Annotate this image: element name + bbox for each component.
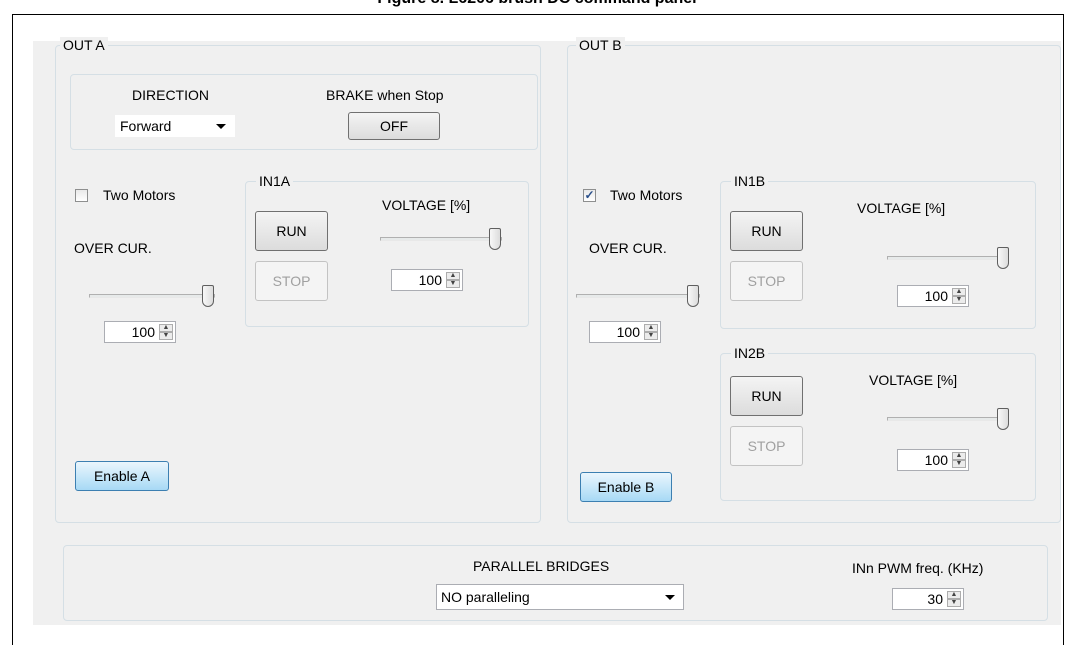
in1a-voltage-value: 100 — [418, 272, 442, 288]
spin-down-icon[interactable]: ▼ — [947, 599, 961, 607]
in1a-voltage-spinner[interactable]: 100 ▲ ▼ — [391, 269, 463, 291]
over-cur-a-spinner[interactable]: 100 ▲ ▼ — [104, 321, 176, 343]
in1a-group: IN1A RUN STOP VOLTAGE [%] 100 ▲ ▼ — [245, 173, 529, 327]
pwm-freq-value: 30 — [927, 591, 943, 607]
in2b-voltage-label: VOLTAGE [%] — [869, 372, 958, 388]
spin-up-icon[interactable]: ▲ — [947, 591, 961, 599]
command-panel: OUT A DIRECTION Forward BRAKE when Stop … — [33, 37, 1061, 625]
spin-up-icon[interactable]: ▲ — [644, 324, 658, 332]
parallel-bridges-value: NO paralleling — [441, 589, 530, 605]
pwm-freq-label: INn PWM freq. (KHz) — [852, 560, 984, 576]
two-motors-a-label: Two Motors — [103, 187, 176, 203]
over-cur-a-label: OVER CUR. — [74, 240, 152, 256]
over-cur-a-slider-thumb[interactable] — [202, 285, 214, 307]
out-b-title: OUT B — [576, 37, 625, 53]
spin-up-icon[interactable]: ▲ — [446, 272, 460, 280]
out-b-group: OUT B ✓ Two Motors OVER CUR. 100 ▲ ▼ IN1B… — [567, 37, 1061, 523]
parallel-bridges-select[interactable]: NO paralleling — [436, 584, 684, 610]
in1b-voltage-slider-thumb[interactable] — [997, 247, 1009, 269]
in1a-voltage-slider-thumb[interactable] — [489, 228, 501, 250]
figure-frame: OUT A DIRECTION Forward BRAKE when Stop … — [12, 14, 1064, 645]
chevron-down-icon — [216, 124, 226, 129]
in1a-run-button[interactable]: RUN — [255, 211, 328, 251]
spin-down-icon[interactable]: ▼ — [159, 332, 173, 340]
direction-label: DIRECTION — [132, 87, 209, 103]
in1b-voltage-value: 100 — [924, 288, 948, 304]
in2b-voltage-spinner[interactable]: 100 ▲ ▼ — [897, 449, 969, 471]
spin-down-icon[interactable]: ▼ — [446, 280, 460, 288]
in1b-title: IN1B — [731, 173, 769, 189]
spin-down-icon[interactable]: ▼ — [952, 460, 966, 468]
direction-brake-group: DIRECTION Forward BRAKE when Stop OFF — [70, 74, 538, 150]
out-a-title: OUT A — [60, 37, 108, 53]
figure-caption: Figure 8. L6206 brush DC command panel — [0, 0, 1074, 9]
two-motors-b-label: Two Motors — [610, 187, 683, 203]
in2b-stop-button[interactable]: STOP — [730, 426, 803, 466]
brake-toggle-button[interactable]: OFF — [348, 112, 440, 140]
in2b-title: IN2B — [731, 345, 769, 361]
in1b-run-button[interactable]: RUN — [730, 211, 803, 251]
over-cur-b-slider-track[interactable] — [576, 294, 700, 298]
pwm-freq-spinner[interactable]: 30 ▲ ▼ — [892, 588, 964, 610]
direction-select[interactable]: Forward — [115, 115, 235, 137]
in2b-voltage-slider-thumb[interactable] — [997, 408, 1009, 430]
in1b-group: IN1B RUN STOP VOLTAGE [%] 100 ▲ ▼ — [720, 173, 1036, 329]
spin-up-icon[interactable]: ▲ — [952, 288, 966, 296]
in1b-voltage-slider-track[interactable] — [887, 256, 1007, 260]
in1b-voltage-label: VOLTAGE [%] — [857, 200, 946, 216]
over-cur-b-spinner[interactable]: 100 ▲ ▼ — [589, 321, 661, 343]
in2b-group: IN2B RUN STOP VOLTAGE [%] 100 ▲ ▼ — [720, 345, 1036, 501]
spin-down-icon[interactable]: ▼ — [644, 332, 658, 340]
spin-down-icon[interactable]: ▼ — [952, 296, 966, 304]
spin-up-icon[interactable]: ▲ — [952, 452, 966, 460]
two-motors-a-checkbox[interactable] — [75, 189, 88, 202]
brake-label: BRAKE when Stop — [326, 87, 444, 103]
in1a-stop-button[interactable]: STOP — [255, 261, 328, 301]
chevron-down-icon — [665, 595, 675, 600]
over-cur-b-slider-thumb[interactable] — [687, 285, 699, 307]
over-cur-a-value: 100 — [131, 324, 155, 340]
in1b-voltage-spinner[interactable]: 100 ▲ ▼ — [897, 285, 969, 307]
enable-b-button[interactable]: Enable B — [580, 472, 672, 502]
in2b-run-button[interactable]: RUN — [730, 376, 803, 416]
parallel-bridges-group: PARALLEL BRIDGES NO paralleling INn PWM … — [63, 545, 1048, 621]
over-cur-b-value: 100 — [616, 324, 640, 340]
over-cur-a-slider-track[interactable] — [89, 294, 215, 298]
parallel-bridges-label: PARALLEL BRIDGES — [473, 558, 610, 574]
spin-up-icon[interactable]: ▲ — [159, 324, 173, 332]
in1b-stop-button[interactable]: STOP — [730, 261, 803, 301]
in2b-voltage-slider-track[interactable] — [887, 417, 1007, 421]
in1a-voltage-slider-track[interactable] — [380, 237, 502, 241]
enable-a-button[interactable]: Enable A — [75, 461, 169, 491]
in1a-voltage-label: VOLTAGE [%] — [382, 197, 471, 213]
in2b-voltage-value: 100 — [924, 452, 948, 468]
two-motors-b-checkbox[interactable]: ✓ — [583, 189, 596, 202]
in1a-title: IN1A — [256, 173, 294, 189]
direction-select-value: Forward — [120, 118, 172, 134]
out-a-group: OUT A DIRECTION Forward BRAKE when Stop … — [55, 37, 541, 523]
over-cur-b-label: OVER CUR. — [589, 240, 667, 256]
